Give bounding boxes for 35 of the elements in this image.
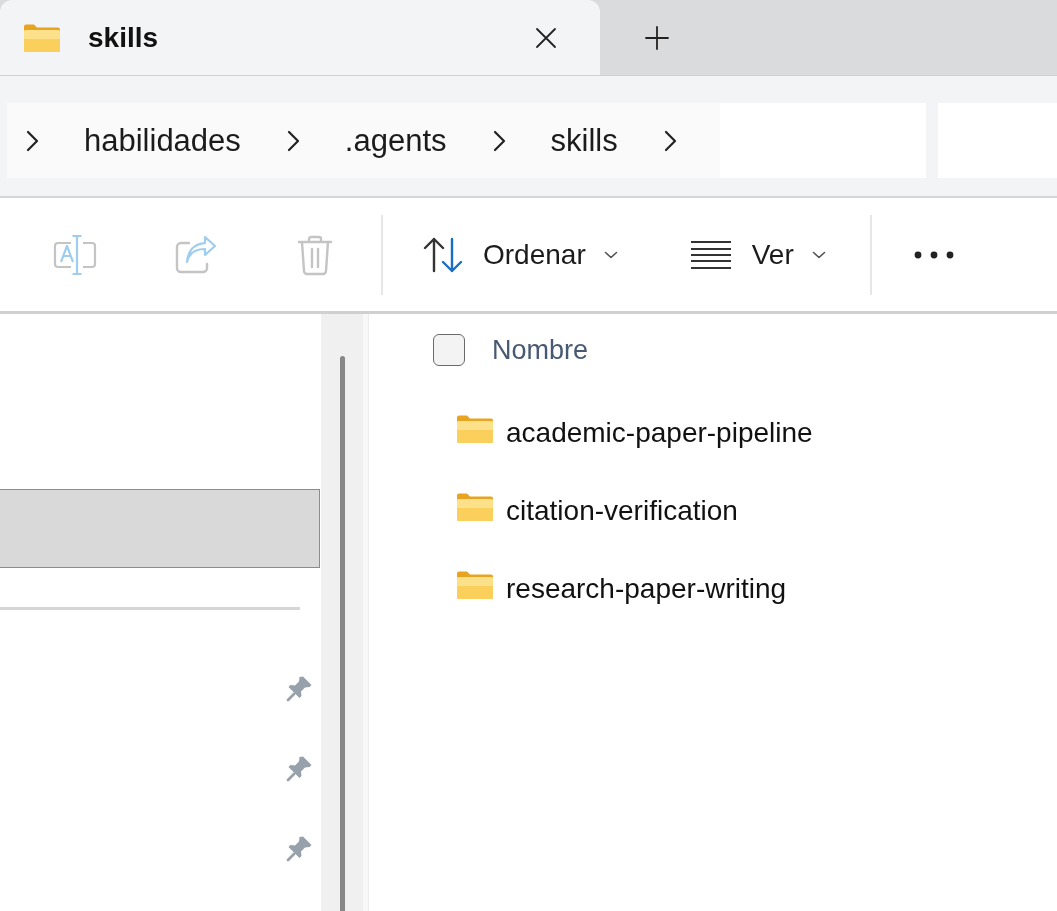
chevron-right-icon <box>285 129 300 152</box>
breadcrumb-item[interactable]: skills <box>550 122 618 159</box>
pin-icon[interactable] <box>286 834 313 862</box>
breadcrumb-item[interactable]: habilidades <box>84 122 241 159</box>
folder-item[interactable]: research-paper-writing <box>457 563 791 615</box>
pin-icon[interactable] <box>286 754 313 782</box>
breadcrumb-item[interactable]: .agents <box>344 122 447 159</box>
caret-down-icon <box>811 250 826 259</box>
folder-icon <box>24 23 60 52</box>
folder-item[interactable]: citation-verification <box>457 485 742 537</box>
chevron-right-icon <box>491 129 506 152</box>
new-tab-button[interactable] <box>643 23 671 52</box>
close-icon <box>534 25 558 50</box>
folder-item[interactable]: academic-paper-pipeline <box>457 407 817 459</box>
column-header[interactable]: Nombre <box>492 334 589 366</box>
address-bar[interactable]: habilidades .agents skills <box>7 103 926 178</box>
folder-icon <box>457 571 493 599</box>
tab[interactable]: skills <box>0 0 600 75</box>
caret-down-icon <box>603 250 618 259</box>
tab-title: skills <box>88 21 159 54</box>
pin-icon[interactable] <box>286 674 313 702</box>
nav-item[interactable] <box>0 489 320 568</box>
select-all-checkbox[interactable] <box>433 334 465 366</box>
plus-icon <box>645 25 669 50</box>
rename-icon <box>53 233 97 276</box>
scrollbar-thumb[interactable] <box>340 356 345 911</box>
sort-menu-button[interactable]: Ordenar <box>423 224 618 285</box>
folder-icon <box>457 415 493 443</box>
folder-icon <box>457 493 493 521</box>
list-view-icon <box>689 239 732 270</box>
chevron-right-icon <box>662 129 677 152</box>
more-icon <box>913 250 954 259</box>
view-menu-button[interactable]: Ver <box>689 224 826 285</box>
share-icon <box>173 233 217 276</box>
chevron-right-icon <box>25 129 39 152</box>
